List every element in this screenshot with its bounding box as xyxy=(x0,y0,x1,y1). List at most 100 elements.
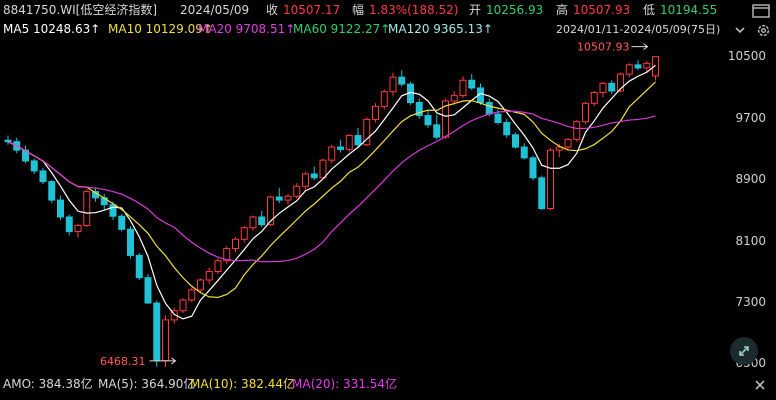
candle-body[interactable] xyxy=(389,76,397,93)
candle-body[interactable] xyxy=(153,302,161,362)
candle-body[interactable] xyxy=(503,122,511,136)
candle-body[interactable] xyxy=(494,113,502,124)
candle-body[interactable] xyxy=(197,279,204,291)
candle-body[interactable] xyxy=(4,139,12,143)
y-tick-label: 7300 xyxy=(735,295,766,310)
candle-body[interactable] xyxy=(354,135,362,146)
open-value: 10256.93 xyxy=(486,3,544,17)
candle-body[interactable] xyxy=(118,215,126,230)
candle-body[interactable] xyxy=(275,196,283,201)
candle-body[interactable] xyxy=(433,124,441,138)
candles-group xyxy=(4,56,659,367)
candle-body[interactable] xyxy=(83,191,91,226)
close-icon[interactable] xyxy=(751,376,769,393)
candle-body[interactable] xyxy=(240,227,248,240)
candle-body[interactable] xyxy=(179,299,187,312)
low-value: 10194.55 xyxy=(660,3,718,17)
candle-body[interactable] xyxy=(39,170,47,183)
candle-body[interactable] xyxy=(135,254,143,279)
ma60-value: MA60 9122.27↑ xyxy=(293,22,391,36)
candle-body[interactable] xyxy=(372,105,379,120)
y-tick-label: 8100 xyxy=(735,233,766,248)
candle-body[interactable] xyxy=(468,79,476,89)
index-name: 8841750.WI[低空经济指数] xyxy=(3,3,158,17)
ma120-value: MA120 9365.13↑ xyxy=(388,22,493,36)
close-label: 收 xyxy=(266,3,279,17)
date-range: 2024/01/11-2024/05/09(75日) xyxy=(556,23,721,36)
y-tick-label: 9700 xyxy=(735,110,766,125)
candle-body[interactable] xyxy=(345,135,353,150)
candle-body[interactable] xyxy=(573,121,581,140)
candle-body[interactable] xyxy=(564,138,572,148)
ma5-line xyxy=(7,64,656,320)
expand-icon[interactable] xyxy=(730,337,758,365)
candle-body[interactable] xyxy=(214,260,222,273)
high-label: 高 xyxy=(556,3,569,17)
candle-body[interactable] xyxy=(643,62,651,69)
candle-body[interactable] xyxy=(162,319,169,362)
candle-body[interactable] xyxy=(109,204,117,217)
ma-lines-group xyxy=(7,64,656,320)
candle-body[interactable] xyxy=(485,102,493,115)
ma20-line xyxy=(7,110,656,263)
max-price-arrow xyxy=(631,43,649,50)
ma5-value: MA5 10248.63↑ xyxy=(3,22,101,36)
candle-body[interactable] xyxy=(529,157,537,179)
candle-body[interactable] xyxy=(652,56,659,77)
candle-body[interactable] xyxy=(547,149,554,210)
low-label: 低 xyxy=(643,3,656,17)
candle-body[interactable] xyxy=(127,228,134,256)
y-tick-label: 10500 xyxy=(727,49,766,64)
candle-body[interactable] xyxy=(310,173,318,179)
high-value: 10507.93 xyxy=(573,3,631,17)
candle-body[interactable] xyxy=(512,134,519,148)
candle-body[interactable] xyxy=(48,181,56,201)
candle-body[interactable] xyxy=(599,82,607,94)
max-price-label: 10507.93 xyxy=(577,41,630,54)
ma-legend: MA5 10248.63↑ MA10 10129.09↑ MA20 9708.5… xyxy=(0,21,776,38)
candle-body[interactable] xyxy=(258,216,266,226)
candle-body[interactable] xyxy=(520,146,528,159)
candle-body[interactable] xyxy=(538,177,546,210)
candle-body[interactable] xyxy=(188,289,196,301)
candle-body[interactable] xyxy=(424,115,432,126)
candle-body[interactable] xyxy=(293,185,301,197)
quote-header: 8841750.WI[低空经济指数] 2024/05/09 收 10507.17… xyxy=(0,2,776,19)
vol-ma5-value: MA(5): 364.90亿 xyxy=(98,377,196,391)
candle-body[interactable] xyxy=(205,271,213,281)
vol-ma20-value: MA(20): 331.54亿 xyxy=(292,377,398,391)
chevron-down-icon[interactable] xyxy=(733,23,747,37)
close-value: 10507.17 xyxy=(283,3,341,17)
kline-chart[interactable]: 10507.93 6468.31 xyxy=(0,38,776,376)
change-label: 幅 xyxy=(352,3,365,17)
window-icon[interactable] xyxy=(751,3,771,19)
candle-body[interactable] xyxy=(380,91,388,107)
candle-body[interactable] xyxy=(625,64,633,75)
candle-body[interactable] xyxy=(590,92,598,104)
candle-body[interactable] xyxy=(450,95,458,102)
quote-date: 2024/05/09 xyxy=(180,3,250,17)
candle-body[interactable] xyxy=(459,79,467,97)
candle-body[interactable] xyxy=(337,146,344,150)
candle-body[interactable] xyxy=(232,238,239,249)
vol-ma10-value: MA(10): 382.44亿 xyxy=(190,377,296,391)
volume-legend: AMO: 384.38亿 MA(5): 364.90亿 MA(10): 382.… xyxy=(0,376,776,393)
candle-body[interactable] xyxy=(302,173,309,187)
amo-value: AMO: 384.38亿 xyxy=(3,377,93,391)
candle-body[interactable] xyxy=(608,82,616,92)
candle-body[interactable] xyxy=(319,159,327,179)
candle-body[interactable] xyxy=(144,277,152,304)
candle-body[interactable] xyxy=(74,224,82,233)
candle-body[interactable] xyxy=(634,64,642,69)
candle-body[interactable] xyxy=(398,76,406,85)
candle-body[interactable] xyxy=(65,216,73,233)
candle-body[interactable] xyxy=(582,102,589,123)
change-value: 1.83%(188.52) xyxy=(369,3,459,17)
candle-body[interactable] xyxy=(249,216,257,229)
y-tick-label: 8900 xyxy=(735,172,766,187)
settings-icon[interactable] xyxy=(755,22,771,38)
candle-body[interactable] xyxy=(57,199,64,218)
candle-body[interactable] xyxy=(328,146,336,161)
candle-body[interactable] xyxy=(284,195,292,201)
candle-body[interactable] xyxy=(30,160,38,172)
